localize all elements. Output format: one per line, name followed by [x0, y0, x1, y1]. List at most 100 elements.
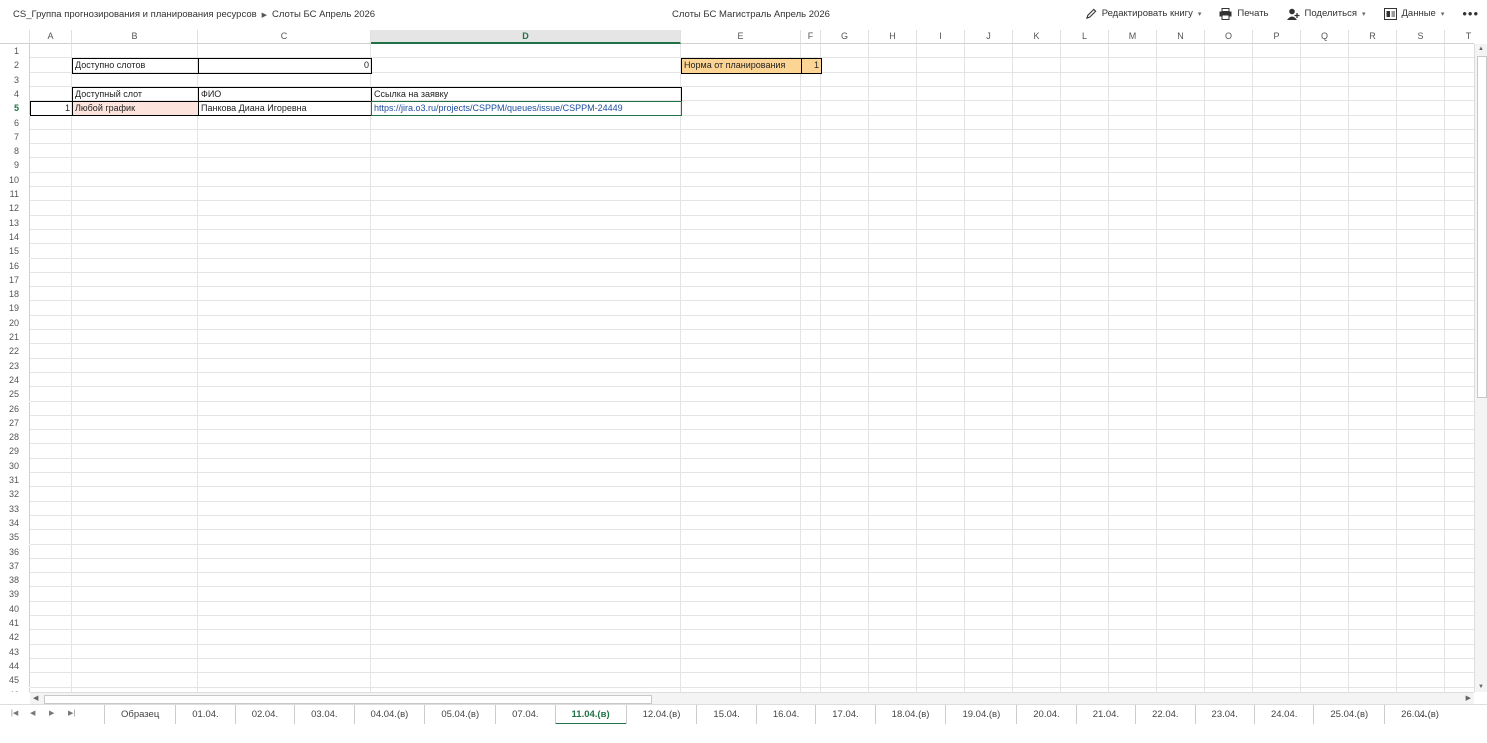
- share-button[interactable]: Поделиться ▾: [1286, 8, 1366, 20]
- column-header-f[interactable]: F: [801, 30, 821, 44]
- row-header[interactable]: 23: [0, 358, 30, 373]
- row-header[interactable]: 10: [0, 172, 30, 187]
- row-header[interactable]: 22: [0, 344, 30, 359]
- column-header-t[interactable]: T: [1445, 30, 1474, 44]
- scroll-up-icon[interactable]: ▲: [1478, 46, 1484, 52]
- row-header[interactable]: 36: [0, 544, 30, 559]
- row-header[interactable]: 13: [0, 215, 30, 230]
- row-header[interactable]: 14: [0, 229, 30, 245]
- data-menu-button[interactable]: Данные ▾: [1383, 7, 1444, 20]
- sheet-tab[interactable]: 15.04.: [696, 705, 755, 725]
- row-header[interactable]: 34: [0, 515, 30, 531]
- sheet-tab[interactable]: 16.04.: [755, 705, 815, 725]
- row-header[interactable]: 25: [0, 387, 30, 402]
- row-header[interactable]: 46: [0, 687, 30, 692]
- next-sheet-icon[interactable]: ▶: [49, 709, 54, 717]
- column-header-l[interactable]: L: [1061, 30, 1109, 44]
- column-header-q[interactable]: Q: [1301, 30, 1349, 44]
- row-header[interactable]: 24: [0, 372, 30, 388]
- row-header[interactable]: 19: [0, 301, 30, 316]
- row-header[interactable]: 20: [0, 315, 30, 330]
- edit-workbook-button[interactable]: Редактировать книгу ▾: [1085, 8, 1201, 19]
- column-header-m[interactable]: M: [1109, 30, 1157, 44]
- row-header[interactable]: 41: [0, 616, 30, 631]
- sheet-tab[interactable]: 19.04.(в): [945, 705, 1016, 725]
- first-sheet-icon[interactable]: |◀: [11, 709, 18, 717]
- scroll-right-icon[interactable]: ▶: [1466, 694, 1471, 702]
- row-header[interactable]: 26: [0, 401, 30, 416]
- row-header[interactable]: 8: [0, 144, 30, 159]
- row-header[interactable]: 39: [0, 587, 30, 602]
- column-header-c[interactable]: C: [198, 30, 371, 44]
- column-header-a[interactable]: A: [30, 30, 72, 44]
- sheet-tab[interactable]: 04.04.(в): [353, 705, 425, 725]
- row-header[interactable]: 4: [0, 86, 30, 102]
- breadcrumb-parent[interactable]: CS_Группа прогнозирования и планирования…: [13, 9, 257, 20]
- sheet-tab[interactable]: 18.04.(в): [874, 705, 946, 725]
- more-options-icon[interactable]: •••: [1462, 6, 1479, 21]
- prev-sheet-icon[interactable]: ◀: [30, 709, 35, 717]
- row-header[interactable]: 6: [0, 115, 30, 130]
- row-header[interactable]: 30: [0, 458, 30, 473]
- column-header-j[interactable]: J: [965, 30, 1013, 44]
- row-header[interactable]: 27: [0, 415, 30, 431]
- cell-f2[interactable]: 1: [801, 58, 822, 74]
- cell-b5[interactable]: Любой график: [72, 101, 199, 117]
- sheet-tab[interactable]: Образец: [104, 705, 175, 725]
- cell-c2[interactable]: 0: [198, 58, 372, 74]
- sheet-tab[interactable]: 11.04.(в): [554, 705, 626, 725]
- cell-b4[interactable]: Доступный слот: [72, 86, 199, 103]
- column-header-n[interactable]: N: [1157, 30, 1205, 44]
- column-header-g[interactable]: G: [821, 30, 869, 44]
- column-header-h[interactable]: H: [869, 30, 917, 44]
- row-header[interactable]: 16: [0, 258, 30, 273]
- sheet-tab[interactable]: 07.04.: [495, 705, 554, 725]
- print-button[interactable]: Печать: [1219, 7, 1269, 20]
- cell-e2[interactable]: Норма от планирования: [681, 58, 802, 74]
- column-header-b[interactable]: B: [72, 30, 198, 44]
- row-header[interactable]: 31: [0, 473, 30, 488]
- row-header[interactable]: 38: [0, 573, 30, 588]
- cell-b2[interactable]: Доступно слотов: [72, 58, 199, 74]
- sheet-tab[interactable]: 01.04.: [175, 705, 234, 725]
- row-header[interactable]: 43: [0, 644, 30, 659]
- row-header[interactable]: 44: [0, 658, 30, 674]
- spreadsheet-grid[interactable]: A B C D E F G H I J K L M N O P Q R S T 1 2 3 4 5 6 7 8 9 10 11 12 13 14 1…: [0, 30, 1474, 692]
- row-header[interactable]: 21: [0, 330, 30, 345]
- sheet-tab[interactable]: 24.04.: [1253, 705, 1313, 725]
- column-header-k[interactable]: K: [1013, 30, 1061, 44]
- cell-d4[interactable]: Ссылка на заявку: [371, 86, 682, 103]
- sheet-tab[interactable]: 21.04.: [1075, 705, 1135, 725]
- cell-a5[interactable]: 1: [30, 101, 73, 117]
- row-header[interactable]: 45: [0, 673, 30, 688]
- row-header[interactable]: 29: [0, 444, 30, 459]
- row-header[interactable]: 5: [0, 101, 30, 116]
- row-header[interactable]: 35: [0, 530, 30, 545]
- column-header-s[interactable]: S: [1397, 30, 1445, 44]
- sheet-tab[interactable]: 02.04.: [234, 705, 294, 725]
- row-header[interactable]: 40: [0, 601, 30, 616]
- row-header[interactable]: 42: [0, 630, 30, 645]
- row-header[interactable]: 15: [0, 244, 30, 259]
- sheet-tab[interactable]: 23.04.: [1194, 705, 1254, 725]
- sheet-tab[interactable]: 05.04.(в): [424, 705, 495, 725]
- column-header-e[interactable]: E: [681, 30, 801, 44]
- scroll-left-icon[interactable]: ◀: [33, 694, 38, 702]
- sheet-tab[interactable]: 12.04.(в): [625, 705, 697, 725]
- row-header[interactable]: 17: [0, 272, 30, 288]
- cell-c5[interactable]: Панкова Диана Игоревна: [198, 101, 372, 117]
- row-header[interactable]: 37: [0, 558, 30, 574]
- column-header-i[interactable]: I: [917, 30, 965, 44]
- breadcrumb-current[interactable]: Слоты БС Апрель 2026: [272, 9, 375, 20]
- sheet-tab[interactable]: 03.04.: [294, 705, 353, 725]
- row-header[interactable]: 32: [0, 487, 30, 502]
- row-header[interactable]: 1: [0, 44, 30, 59]
- sheet-tab[interactable]: 25.04.(в): [1313, 705, 1384, 725]
- last-sheet-icon[interactable]: ▶|: [68, 709, 75, 717]
- row-header[interactable]: 18: [0, 287, 30, 302]
- row-header[interactable]: 2: [0, 58, 30, 73]
- row-header[interactable]: 3: [0, 72, 30, 87]
- scroll-down-icon[interactable]: ▼: [1478, 684, 1484, 690]
- row-header[interactable]: 28: [0, 430, 30, 445]
- row-header[interactable]: 7: [0, 129, 30, 145]
